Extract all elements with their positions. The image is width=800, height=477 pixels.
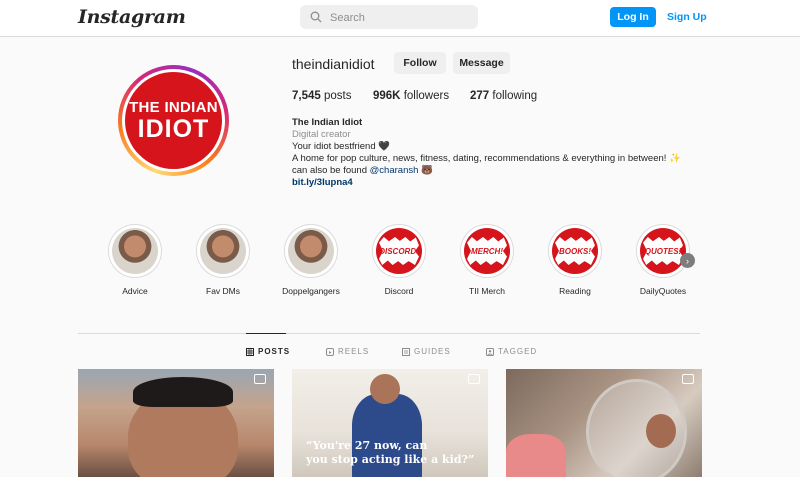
bio-line2: A home for pop culture, news, fitness, d… <box>292 153 681 164</box>
highlight-cover-image: QUOTES! <box>640 228 686 274</box>
tab-tagged[interactable]: TAGGED <box>486 347 537 356</box>
highlight-sticker-text: BOOKS! <box>559 246 591 256</box>
profile-avatar[interactable]: THE INDIAN IDIOT <box>118 65 229 176</box>
highlight-dailyquotes[interactable]: QUOTES! DailyQuotes <box>636 224 690 296</box>
reel-icon <box>682 374 694 384</box>
tab-posts[interactable]: POSTS <box>246 347 290 356</box>
tab-reels[interactable]: REELS <box>326 347 369 356</box>
highlight-label: Discord <box>384 286 414 296</box>
bio-mention-link[interactable]: @charansh <box>370 165 419 176</box>
post-thumbnail[interactable] <box>78 369 274 477</box>
bio-category: Digital creator <box>292 129 351 140</box>
highlight-label: DailyQuotes <box>639 286 687 296</box>
reels-icon <box>326 347 334 356</box>
highlight-sticker-text: QUOTES! <box>644 246 682 256</box>
tagged-icon <box>486 347 494 356</box>
highlight-cover-image <box>200 228 246 274</box>
message-button[interactable]: Message <box>453 52 510 74</box>
bio-name: The Indian Idiot <box>292 117 363 128</box>
highlight-cover-image: MERCH! <box>464 228 510 274</box>
profile-bio: The Indian Idiot Digital creator Your id… <box>292 117 712 189</box>
signup-link[interactable]: Sign Up <box>667 11 707 23</box>
highlight-label: Doppelgangers <box>282 286 340 296</box>
tab-tagged-label: TAGGED <box>498 347 538 356</box>
search-box[interactable] <box>300 5 478 29</box>
tab-guides[interactable]: GUIDES <box>402 347 451 356</box>
highlight-cover-image: DISCORD! <box>376 228 422 274</box>
posts-stat: 7,545 posts <box>292 90 351 102</box>
bio-line3-prefix: can also be found <box>292 165 370 176</box>
reel-icon <box>254 374 266 384</box>
highlight-label: Fav DMs <box>206 286 240 296</box>
tab-reels-label: REELS <box>338 347 370 356</box>
top-nav-bar: Instagram Log In Sign Up <box>0 0 800 37</box>
search-icon <box>310 11 322 23</box>
bio-external-link[interactable]: bit.ly/3Iupna4 <box>292 177 712 189</box>
posts-count: 7,545 <box>292 90 321 102</box>
tabs-divider <box>78 333 700 334</box>
highlight-cover-image <box>112 228 158 274</box>
reel-icon <box>468 374 480 384</box>
search-input[interactable] <box>328 8 472 28</box>
posts-stat-label: posts <box>323 90 352 102</box>
avatar-logo-line1: THE INDIAN <box>129 98 218 116</box>
following-stat-label: following <box>492 90 538 102</box>
tab-posts-label: POSTS <box>258 347 291 356</box>
highlight-cover-image: BOOKS! <box>552 228 598 274</box>
highlight-discord[interactable]: DISCORD! Discord <box>372 224 426 296</box>
highlight-fav-dms[interactable]: Fav DMs <box>196 224 250 296</box>
followers-stat-label: followers <box>403 90 450 102</box>
highlight-sticker-text: MERCH! <box>471 246 503 256</box>
guides-icon <box>402 347 410 356</box>
post-thumbnail[interactable]: “You're 27 now, can you stop acting like … <box>292 369 488 477</box>
grid-icon <box>246 347 254 356</box>
highlights-next-arrow-icon[interactable]: › <box>680 253 695 268</box>
follow-button[interactable]: Follow <box>394 52 446 74</box>
bio-line3: can also be found @charansh 🐻 <box>292 165 712 177</box>
highlight-doppelgangers[interactable]: Doppelgangers <box>282 224 340 296</box>
bio-line1: Your idiot bestfriend 🖤 <box>292 141 391 152</box>
post-caption: “You're 27 now, can you stop acting like … <box>306 439 475 466</box>
avatar-logo-line2: IDIOT <box>137 114 210 143</box>
highlight-label: Reading <box>559 286 591 296</box>
tab-guides-label: GUIDES <box>414 347 451 356</box>
highlight-advice[interactable]: Advice <box>108 224 162 296</box>
highlight-tii-merch[interactable]: MERCH! TII Merch <box>460 224 514 296</box>
following-count: 277 <box>470 90 490 102</box>
active-tab-indicator <box>246 333 286 334</box>
highlight-reading[interactable]: BOOKS! Reading <box>548 224 602 296</box>
highlight-sticker-text: DISCORD! <box>379 246 419 256</box>
highlight-cover-image <box>288 228 334 274</box>
login-button[interactable]: Log In <box>610 7 656 27</box>
followers-count: 996K <box>373 90 401 102</box>
followers-stat[interactable]: 996K followers <box>373 90 449 102</box>
highlight-label: Advice <box>122 286 148 296</box>
avatar-logo: THE INDIAN IDIOT <box>125 72 222 169</box>
profile-username: theindianidiot <box>292 56 375 72</box>
post-thumbnail[interactable] <box>506 369 702 477</box>
instagram-logo[interactable]: Instagram <box>78 6 186 28</box>
following-stat[interactable]: 277 following <box>470 90 537 102</box>
bio-line3-suffix: 🐻 <box>418 165 433 176</box>
highlight-label: TII Merch <box>469 286 505 296</box>
